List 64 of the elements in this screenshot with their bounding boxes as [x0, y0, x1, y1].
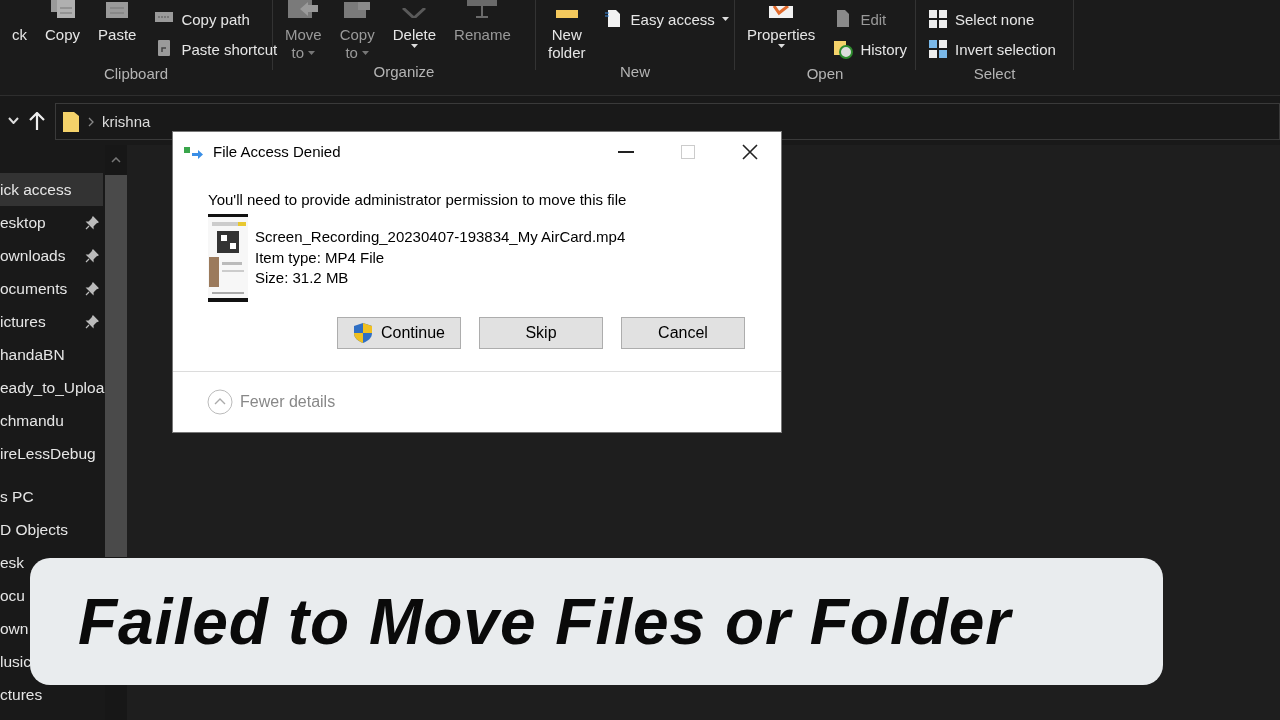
ribbon-button[interactable]: Invert selection	[928, 34, 1056, 64]
clipboard-icon	[106, 2, 129, 18]
dialog-button[interactable]: Continue	[337, 317, 461, 349]
nav-item[interactable]: s PC	[0, 480, 105, 513]
nav-item-label: esktop	[0, 213, 46, 232]
group-label: Organize	[372, 62, 436, 82]
nav-item-label: ocuments	[0, 279, 68, 298]
ribbon-button[interactable]: Copy	[45, 0, 81, 64]
close-icon	[742, 143, 758, 160]
up-arrow-icon	[29, 111, 45, 130]
copy-icon	[50, 0, 75, 18]
details-toggle[interactable]: Fewer details	[173, 371, 781, 432]
dialog-message: You'll need to provide administrator permission to move this file	[208, 191, 628, 208]
dialog-title: File Access Denied	[213, 143, 342, 160]
ribbon-button[interactable]: Delete	[392, 0, 437, 62]
nav-item-label: ocu	[0, 586, 25, 605]
ribbon-button[interactable]: Select none	[928, 4, 1056, 34]
ribbon-button[interactable]: Copy path	[154, 4, 278, 34]
file-type: Item type: MP4 File	[255, 247, 386, 268]
nav-item-label: esk	[0, 553, 25, 572]
nav-item-label: ctures	[0, 685, 43, 704]
group-label: New	[619, 62, 651, 82]
group-label: Open	[805, 64, 845, 84]
checkmark-icon	[769, 6, 794, 18]
nav-item[interactable]: ick access	[0, 173, 103, 206]
ribbon-button[interactable]: Paste	[98, 0, 137, 64]
nav-item-label: ownloads	[0, 246, 66, 265]
nav-item-label: ireLessDebug	[0, 444, 96, 463]
file-name: Screen_Recording_20230407-193834_My AirCard.mp4	[255, 227, 626, 247]
ribbon-button[interactable]: Easy access	[603, 4, 729, 34]
dialog-button[interactable]: Skip	[479, 317, 603, 349]
file-size: Size: 31.2 MB	[255, 268, 350, 288]
nav-item-label: own	[0, 619, 29, 638]
maximize-icon	[681, 144, 695, 159]
minimize-icon	[618, 150, 634, 153]
dialog-button[interactable]: Cancel	[621, 317, 745, 349]
chevron-down-icon	[8, 117, 19, 124]
ribbon-button[interactable]: Paste shortcut	[154, 34, 278, 64]
chevron-right-icon	[88, 116, 94, 127]
pages-icon	[344, 2, 371, 18]
caption-text: Failed to Move Files or Folder	[78, 584, 1012, 659]
folder-icon	[555, 10, 578, 18]
grid-icon	[928, 9, 948, 29]
chevron-up-circle-icon	[207, 389, 233, 415]
ribbon-button[interactable]: Properties	[747, 0, 816, 64]
folder-arrow-icon	[288, 0, 319, 18]
scroll-up-icon	[111, 157, 121, 163]
group-label: Clipboard	[102, 64, 170, 84]
group-label: Select	[972, 64, 1017, 84]
grid-icon	[928, 39, 948, 59]
ribbon-button[interactable]: ck	[12, 0, 27, 64]
path-segment[interactable]: krishna	[102, 113, 151, 130]
monitor-icon	[467, 0, 498, 18]
ribbon-button[interactable]: History	[833, 34, 908, 64]
history-icon	[833, 39, 854, 59]
nav-item-label: eady_to_Uploa	[0, 378, 105, 397]
nav-item-label: handaBN	[0, 345, 65, 364]
ribbon-button[interactable]: New folder	[548, 0, 586, 62]
folder-icon	[62, 110, 80, 133]
nav-item-label: ictures	[0, 312, 46, 331]
move-arrow-icon	[184, 144, 204, 159]
nav-item-label: D Objects	[0, 520, 69, 539]
scrollbar-thumb[interactable]	[105, 175, 127, 557]
nav-item-label: chmandu	[0, 411, 64, 430]
